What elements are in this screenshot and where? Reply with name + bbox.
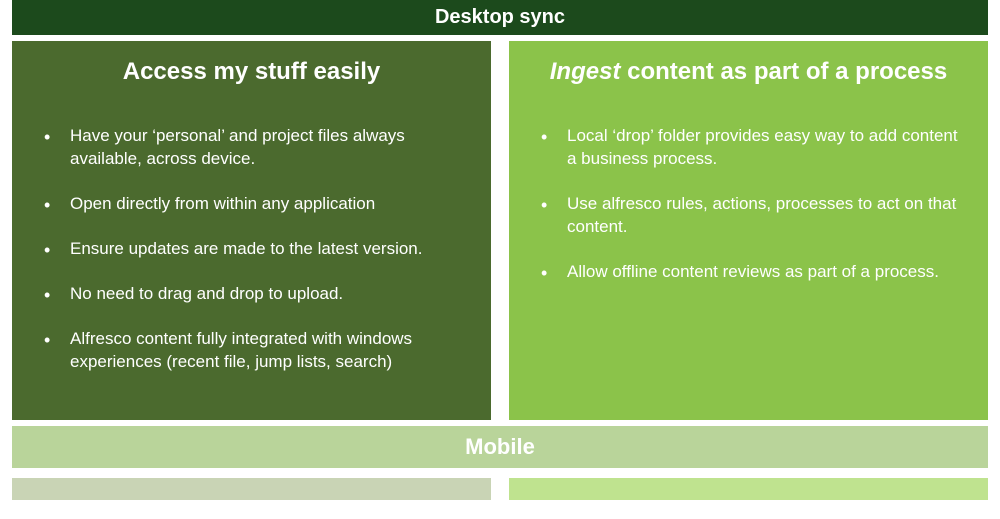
right-heading: Ingest content as part of a process [533,57,964,87]
right-bullet-list: Local ‘drop’ folder provides easy way to… [533,125,964,284]
left-column: Access my stuff easily Have your ‘person… [12,41,491,420]
list-item: Use alfresco rules, actions, processes t… [541,193,964,239]
list-item: No need to drag and drop to upload. [44,283,467,306]
header-title: Desktop sync [435,6,565,28]
columns-row: Access my stuff easily Have your ‘person… [12,41,988,420]
list-item: Local ‘drop’ folder provides easy way to… [541,125,964,171]
right-column: Ingest content as part of a process Loca… [509,41,988,420]
slide-container: Desktop sync Access my stuff easily Have… [0,0,1000,500]
list-item: Have your ‘personal’ and project files a… [44,125,467,171]
list-item: Ensure updates are made to the latest ve… [44,238,467,261]
list-item: Open directly from within any applicatio… [44,193,467,216]
header-bar: Desktop sync [12,0,988,35]
footer-title: Mobile [465,434,535,459]
bottom-strips [12,478,988,500]
list-item: Allow offline content reviews as part of… [541,261,964,284]
bottom-strip-left [12,478,491,500]
list-item: Alfresco content fully integrated with w… [44,328,467,374]
bottom-strip-right [509,478,988,500]
left-bullet-list: Have your ‘personal’ and project files a… [36,125,467,374]
footer-bar: Mobile [12,426,988,468]
right-heading-italic: Ingest [550,58,621,85]
right-heading-rest: content as part of a process [620,58,947,85]
left-heading: Access my stuff easily [36,57,467,87]
